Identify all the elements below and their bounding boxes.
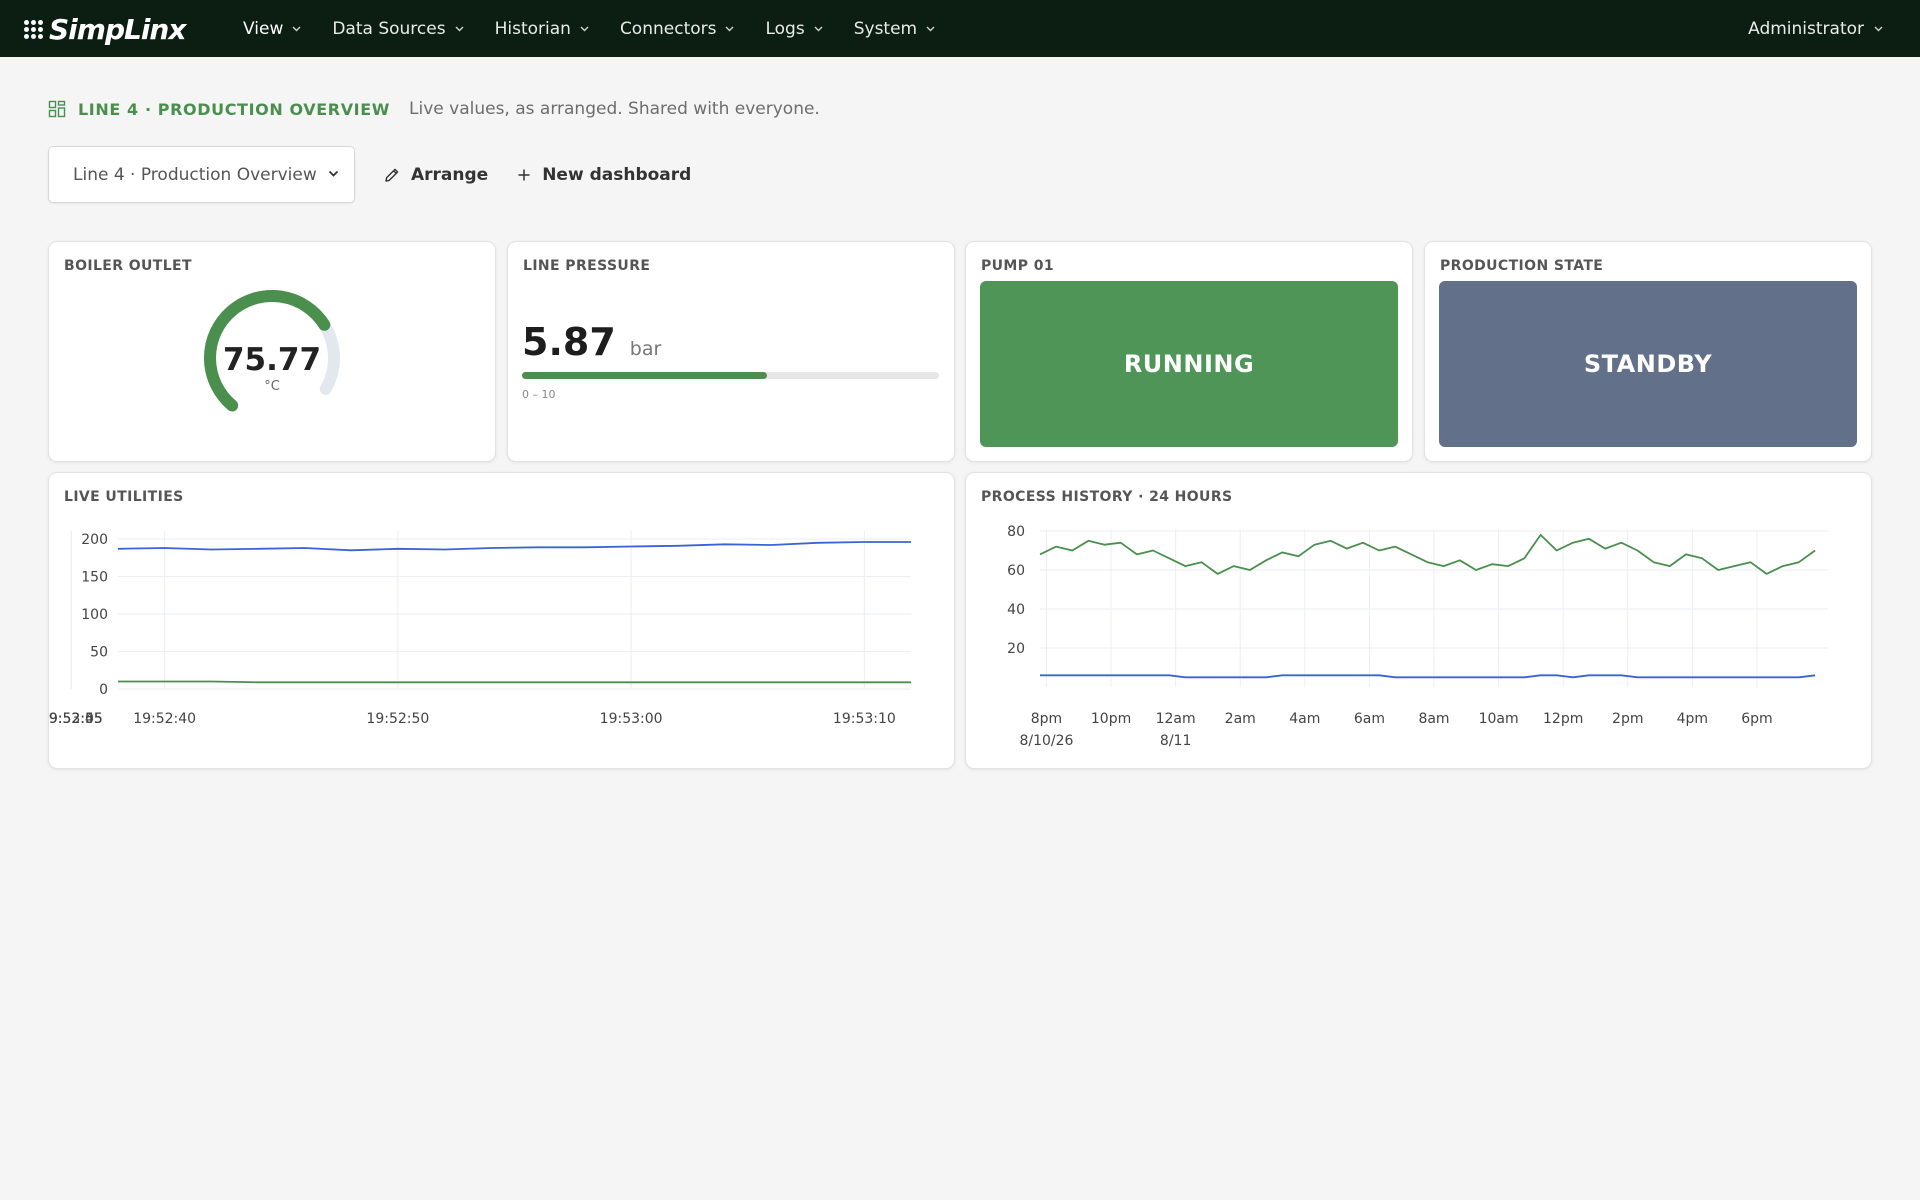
x-tick-date-label: 8/11	[1160, 733, 1191, 749]
nav-item-logs[interactable]: Logs	[765, 19, 823, 39]
y-tick-label: 100	[81, 607, 108, 623]
card-title: PRODUCTION STATE	[1440, 258, 1604, 274]
nav-item-view[interactable]: View	[243, 19, 302, 39]
plus-icon	[518, 169, 530, 180]
series-line-1	[118, 680, 911, 684]
gauge-unit: °C	[264, 379, 280, 394]
arrange-button[interactable]: Arrange	[383, 165, 488, 185]
nav-item-label: Logs	[765, 18, 805, 39]
production-state-card: PRODUCTION STATE STANDBY	[1424, 241, 1872, 462]
chevron-down-icon	[1873, 23, 1884, 34]
y-tick-label: 150	[81, 570, 108, 586]
y-tick-label: 80	[1007, 524, 1025, 540]
x-tick-label: 8am	[1418, 711, 1449, 727]
dashboard-select-value: Line 4 · Production Overview	[73, 164, 317, 185]
pump-card: PUMP 01 RUNNING	[965, 241, 1413, 462]
nav-item-label: System	[853, 18, 918, 39]
gauge-value: 75.77	[222, 342, 322, 378]
chevron-down-icon	[454, 23, 465, 34]
x-tick-label: 8pm	[1031, 711, 1062, 727]
nav-item-system[interactable]: System	[854, 19, 936, 39]
pencil-icon	[385, 168, 399, 182]
boiler-outlet-card: BOILER OUTLET 75.77 °C	[48, 241, 496, 462]
page-title: LINE 4 · PRODUCTION OVERVIEW	[78, 99, 391, 119]
x-tick-label: 2pm	[1612, 711, 1643, 727]
x-tick-date-label: 8/10/26	[1019, 733, 1073, 749]
x-tick-label: 19:53:00	[600, 711, 663, 727]
series-line-1	[1040, 674, 1816, 679]
series-line-0	[117, 541, 911, 552]
y-tick-label: 20	[1007, 641, 1025, 657]
line-pressure-card: LINE PRESSURE 5.87 bar 0 – 10	[507, 241, 955, 462]
x-tick-label: 10am	[1479, 711, 1519, 727]
x-tick-label: 6pm	[1741, 711, 1772, 727]
page-subtitle: Live values, as arranged. Shared with ev…	[409, 99, 820, 119]
dashboard-select[interactable]: Line 4 · Production Overview	[48, 146, 355, 203]
live-utilities-card: LIVE UTILITIES 05010015020019:52:4019:52…	[48, 472, 955, 769]
card-title: PUMP 01	[981, 258, 1054, 274]
app-logo[interactable]: SimpLinx	[24, 12, 186, 46]
series-line-0	[1039, 534, 1816, 575]
nav-item-label: Data Sources	[332, 18, 446, 39]
dashboard-grid-icon	[48, 100, 66, 118]
pressure-readout: 5.87 bar	[522, 320, 661, 364]
x-tick-label: 4am	[1289, 711, 1320, 727]
new-dashboard-button[interactable]: New dashboard	[516, 165, 691, 185]
live-utilities-chart: 05010015020019:52:4019:52:4519:52:5019:5…	[49, 531, 911, 727]
x-tick-label: 19:52:50	[366, 711, 429, 727]
nav-item-label: Connectors	[619, 18, 717, 39]
chevron-down-icon	[925, 23, 936, 34]
arrange-label: Arrange	[411, 164, 489, 185]
user-menu[interactable]: Administrator	[1748, 0, 1884, 57]
nav-item-data-sources[interactable]: Data Sources	[332, 19, 464, 39]
pressure-range: 0 – 10	[522, 388, 556, 401]
top-nav-bar: SimpLinx View Data Sources Historian Con…	[0, 0, 1920, 57]
new-dashboard-label: New dashboard	[542, 164, 692, 185]
logo-text: SimpLinx	[49, 12, 186, 46]
chevron-down-icon	[579, 23, 590, 34]
nav-item-label: View	[243, 18, 284, 39]
pressure-unit: bar	[629, 338, 662, 360]
x-tick-label: 12am	[1156, 711, 1196, 727]
x-tick-label: 2am	[1225, 711, 1256, 727]
x-tick-label: 10pm	[1091, 711, 1131, 727]
nav-item-label: Historian	[494, 18, 571, 39]
chevron-down-icon	[813, 23, 824, 34]
y-tick-label: 40	[1007, 602, 1025, 618]
chevron-down-icon	[724, 23, 735, 34]
chevron-down-icon	[327, 165, 340, 185]
nav-item-connectors[interactable]: Connectors	[620, 19, 736, 39]
pressure-bar-fill	[522, 372, 767, 379]
y-tick-label: 200	[81, 532, 108, 548]
y-tick-label: 50	[90, 645, 108, 661]
card-title: LINE PRESSURE	[523, 258, 651, 274]
x-tick-label: 6am	[1354, 711, 1385, 727]
x-tick-label: 12pm	[1543, 711, 1583, 727]
dashboard-header: LINE 4 · PRODUCTION OVERVIEW Live values…	[48, 96, 820, 122]
user-name: Administrator	[1748, 18, 1864, 39]
x-tick-label: 19:53:05	[49, 711, 103, 727]
pressure-bar-track	[522, 372, 939, 379]
x-tick-label: 4pm	[1677, 711, 1708, 727]
y-tick-label: 0	[99, 682, 108, 698]
production-status-tile: STANDBY	[1439, 281, 1857, 447]
card-title: BOILER OUTLET	[64, 258, 192, 274]
pressure-value: 5.87	[522, 320, 616, 364]
nav-item-historian[interactable]: Historian	[495, 19, 590, 39]
dashboard-toolbar: Line 4 · Production Overview Arrange New…	[48, 146, 691, 203]
logo-mark-icon	[24, 19, 43, 39]
process-history-card: PROCESS HISTORY · 24 HOURS 20 40 60 80 8pm 8/…	[965, 472, 1872, 769]
y-tick-label: 60	[1007, 563, 1025, 579]
x-tick-label: 19:53:10	[833, 711, 896, 727]
chevron-down-icon	[291, 23, 302, 34]
pump-status-tile: RUNNING	[980, 281, 1398, 447]
process-history-chart: 20 40 60 80 8pm 8/10/26 10pm 12am 8/11 2am 4am 6am 8…	[1007, 524, 1828, 749]
x-tick-label: 19:52:40	[133, 711, 196, 727]
main-nav: View Data Sources Historian Connectors L…	[243, 0, 966, 57]
